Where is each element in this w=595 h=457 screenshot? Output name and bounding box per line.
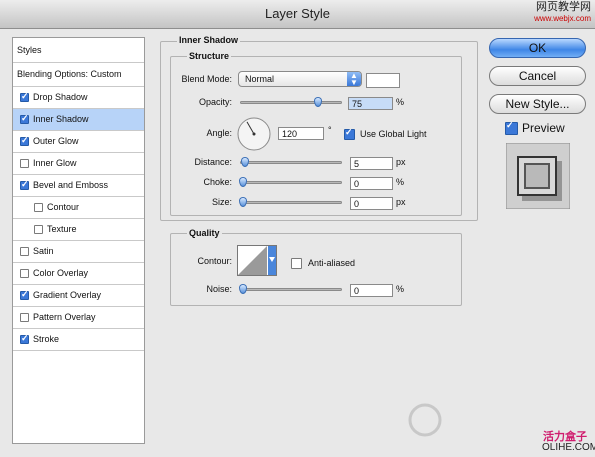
distance-label: Distance: [194, 157, 232, 167]
preview-label: Preview [522, 121, 565, 135]
opacity-slider-thumb[interactable] [313, 97, 322, 107]
contour-picker[interactable] [237, 245, 277, 277]
sidebar-item-label: Outer Glow [33, 136, 79, 146]
watermark-bottom: 活力盒子 OLIHE.COM [407, 400, 595, 457]
anti-aliased-checkbox[interactable] [291, 258, 302, 269]
sidebar-item-outer-glow[interactable]: Outer Glow [13, 131, 144, 153]
quality-title: Quality [187, 228, 222, 238]
anti-aliased-label: Anti-aliased [308, 258, 356, 268]
structure-title: Structure [187, 51, 232, 61]
sidebar-item-label: Pattern Overlay [33, 312, 96, 322]
sidebar-checkbox[interactable] [20, 289, 29, 300]
shadow-color-swatch[interactable] [366, 73, 400, 88]
use-global-light-checkbox[interactable] [344, 127, 355, 140]
opacity-unit: % [396, 97, 405, 107]
sidebar-item-label: Texture [47, 224, 77, 234]
angle-field[interactable]: 120 [278, 127, 324, 140]
sidebar-item-satin[interactable]: Satin [13, 241, 144, 263]
sidebar-checkbox[interactable] [20, 135, 29, 146]
cancel-button[interactable]: Cancel [489, 66, 586, 86]
sidebar-item-texture[interactable]: Texture [13, 219, 144, 241]
noise-field[interactable]: 0 [350, 284, 393, 297]
watermark-bottom-en: OLIHE.COM [542, 442, 595, 453]
opacity-slider[interactable] [240, 97, 342, 107]
sidebar-checkbox[interactable] [20, 247, 29, 256]
angle-label: Angle: [206, 128, 232, 138]
contour-label: Contour: [197, 256, 232, 266]
size-slider[interactable] [239, 197, 342, 207]
title-bar: Layer Style 网页教学网 www.webjx.com [0, 0, 595, 29]
opacity-field[interactable]: 75 [348, 97, 393, 110]
sidebar-item-label: Bevel and Emboss [33, 180, 109, 190]
styles-list: Styles Blending Options: Custom Drop Shado… [12, 37, 145, 444]
inner-shadow-title: Inner Shadow [177, 35, 241, 45]
sidebar-checkbox[interactable] [20, 269, 29, 278]
sidebar-item-gradient-overlay[interactable]: Gradient Overlay [13, 285, 144, 307]
preview-square-inner [524, 163, 550, 189]
sidebar-checkbox[interactable] [20, 113, 29, 124]
watermark-top: 网页教学网 www.webjx.com [534, 2, 591, 24]
sidebar-checkbox[interactable] [20, 333, 29, 344]
sidebar-item-label: Inner Shadow [33, 114, 89, 124]
size-field[interactable]: 0 [350, 197, 393, 210]
ok-button[interactable]: OK [489, 38, 586, 58]
sidebar-item-label: Inner Glow [33, 158, 77, 168]
watermark-site-cn: 网页教学网 [536, 1, 591, 13]
sidebar-checkbox[interactable] [20, 179, 29, 190]
angle-unit: ° [328, 125, 332, 135]
sidebar-item-label: Styles [17, 44, 42, 55]
choke-label: Choke: [203, 177, 232, 187]
style-preview-thumbnail [506, 143, 570, 209]
sidebar-item-label: Satin [33, 246, 54, 256]
watermark-site-url: www.webjx.com [534, 14, 591, 23]
new-style-button[interactable]: New Style... [489, 94, 586, 114]
opacity-label: Opacity: [198, 97, 232, 107]
blend-mode-value: Normal [245, 74, 275, 84]
sidebar-item-label: Blending Options: Custom [17, 69, 122, 79]
sidebar-item-label: Color Overlay [33, 268, 89, 278]
noise-unit: % [396, 284, 405, 294]
sidebar-item-styles[interactable]: Styles [13, 38, 144, 63]
sidebar-checkbox[interactable] [20, 313, 29, 322]
sidebar-item-inner-shadow[interactable]: Inner Shadow [13, 109, 144, 131]
choke-unit: % [396, 177, 405, 187]
angle-dial-center [252, 132, 256, 136]
sidebar-item-bevel-and-emboss[interactable]: Bevel and Emboss [13, 175, 144, 197]
distance-unit: px [396, 157, 406, 167]
sidebar-item-label: Contour [47, 202, 80, 212]
sidebar-item-inner-glow[interactable]: Inner Glow [13, 153, 144, 175]
sidebar-item-label: Drop Shadow [33, 92, 88, 102]
sidebar-checkbox[interactable] [34, 225, 43, 234]
sidebar-checkbox[interactable] [20, 159, 29, 168]
sidebar-checkbox[interactable] [20, 91, 29, 102]
sidebar-item-contour[interactable]: Contour [13, 197, 144, 219]
sidebar-item-label: Gradient Overlay [33, 290, 102, 300]
sidebar-item-label: Stroke [33, 334, 60, 344]
choke-slider[interactable] [239, 177, 342, 187]
window-title: Layer Style [264, 6, 331, 21]
quality-group [170, 233, 462, 306]
sidebar-checkbox[interactable] [34, 203, 43, 212]
blend-mode-select[interactable]: Normal ▲ ▼ [238, 71, 362, 87]
preview-checkbox[interactable] [505, 120, 518, 135]
watermark-logo-icon [408, 403, 442, 437]
noise-label: Noise: [206, 284, 232, 294]
sidebar-item-stroke[interactable]: Stroke [13, 329, 144, 351]
sidebar-item-blending-options-custom[interactable]: Blending Options: Custom [13, 63, 144, 87]
distance-slider[interactable] [240, 157, 342, 167]
angle-dial[interactable] [236, 116, 272, 152]
size-label: Size: [211, 197, 232, 207]
use-global-light-label: Use Global Light [360, 129, 427, 139]
blend-mode-label: Blend Mode: [181, 74, 232, 84]
watermark-logo-ring [408, 403, 442, 437]
sidebar-item-drop-shadow[interactable]: Drop Shadow [13, 87, 144, 109]
chevron-updown-icon: ▲ ▼ [347, 72, 361, 87]
sidebar-item-color-overlay[interactable]: Color Overlay [13, 263, 144, 285]
size-unit: px [396, 197, 406, 207]
choke-field[interactable]: 0 [350, 177, 393, 190]
noise-slider[interactable] [239, 284, 342, 294]
distance-field[interactable]: 5 [350, 157, 393, 170]
sidebar-item-pattern-overlay[interactable]: Pattern Overlay [13, 307, 144, 329]
